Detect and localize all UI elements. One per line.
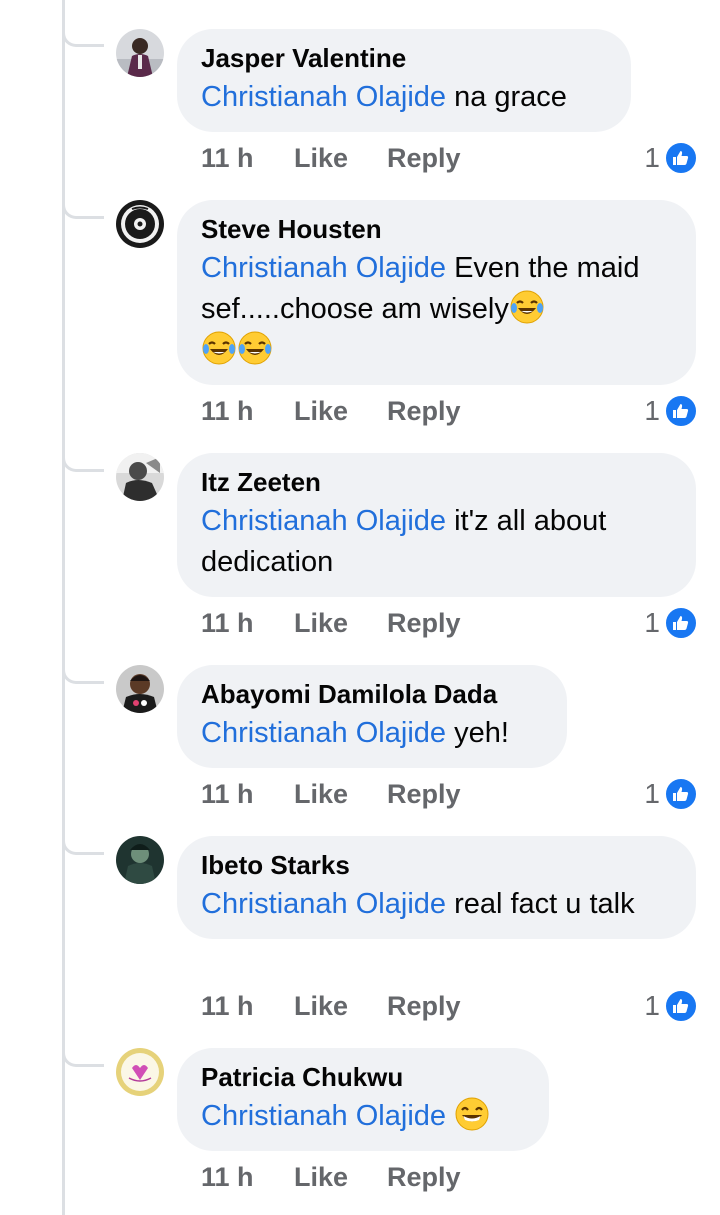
avatar[interactable]: [116, 1048, 164, 1096]
comment-author[interactable]: Patricia Chukwu: [201, 1061, 523, 1093]
comment-bubble[interactable]: Itz Zeeten Christianah Olajide it'z all …: [177, 453, 696, 597]
reply-button[interactable]: Reply: [387, 774, 461, 814]
reply-connector: [62, 27, 104, 47]
avatar[interactable]: [116, 665, 164, 713]
comment-text: Christianah Olajide yeh!: [201, 713, 541, 754]
timestamp[interactable]: 11 h: [201, 603, 254, 643]
thread-line: [62, 0, 65, 1215]
avatar[interactable]: [116, 29, 164, 77]
mention-link[interactable]: Christianah Olajide: [201, 505, 446, 537]
comment-author[interactable]: Itz Zeeten: [201, 466, 670, 498]
like-button[interactable]: Like: [294, 603, 348, 643]
reply-connector: [62, 452, 104, 472]
mention-link[interactable]: Christianah Olajide: [201, 81, 446, 113]
comment-bubble[interactable]: Ibeto Starks Christianah Olajide real fa…: [177, 836, 696, 939]
timestamp[interactable]: 11 h: [201, 391, 254, 431]
comment-bubble[interactable]: Jasper Valentine Christianah Olajide na …: [177, 29, 631, 132]
timestamp[interactable]: 11 h: [201, 774, 254, 814]
reply-button[interactable]: Reply: [387, 986, 461, 1026]
comment-body: [446, 1100, 454, 1132]
grinning-face-with-smiling-eyes-icon: [454, 1096, 490, 1132]
reaction-count: 1: [644, 778, 660, 809]
mention-link[interactable]: Christianah Olajide: [201, 252, 446, 284]
comment-text: Christianah Olajide na grace: [201, 77, 605, 118]
like-button[interactable]: Like: [294, 986, 348, 1026]
comment-bubble[interactable]: Abayomi Damilola Dada Christianah Olajid…: [177, 665, 567, 768]
comment-author[interactable]: Jasper Valentine: [201, 42, 605, 74]
reaction-summary[interactable]: 1: [644, 986, 698, 1026]
reaction-count: 1: [644, 395, 660, 426]
comment-bubble[interactable]: Patricia Chukwu Christianah Olajide: [177, 1048, 549, 1151]
thumbs-up-icon: [664, 777, 698, 811]
reaction-summary[interactable]: 1: [644, 391, 698, 431]
reply-button[interactable]: Reply: [387, 391, 461, 431]
timestamp[interactable]: 11 h: [201, 986, 254, 1026]
comment-bubble[interactable]: Steve Housten Christianah Olajide Even t…: [177, 200, 696, 385]
reaction-summary[interactable]: 1: [644, 603, 698, 643]
face-with-tears-of-joy-icon: [509, 289, 545, 325]
timestamp[interactable]: 11 h: [201, 138, 254, 178]
comment-text: Christianah Olajide real fact u talk: [201, 884, 670, 925]
like-button[interactable]: Like: [294, 138, 348, 178]
comment-text: Christianah Olajide: [201, 1096, 523, 1137]
comment-author[interactable]: Abayomi Damilola Dada: [201, 678, 541, 710]
thumbs-up-icon: [664, 606, 698, 640]
reply-button[interactable]: Reply: [387, 138, 461, 178]
comment-author[interactable]: Steve Housten: [201, 213, 670, 245]
face-with-tears-of-joy-icon: [237, 330, 273, 366]
comment-author[interactable]: Ibeto Starks: [201, 849, 670, 881]
reply-connector: [62, 1047, 104, 1067]
thumbs-up-icon: [664, 141, 698, 175]
comment-body: na grace: [446, 81, 567, 113]
comment-text: Christianah Olajide it'z all about dedic…: [201, 501, 670, 583]
like-button[interactable]: Like: [294, 1157, 348, 1197]
comment-body: real fact u talk: [446, 888, 635, 920]
reaction-summary[interactable]: 1: [644, 774, 698, 814]
reply-button[interactable]: Reply: [387, 603, 461, 643]
like-button[interactable]: Like: [294, 391, 348, 431]
reply-connector: [62, 199, 104, 219]
reaction-summary[interactable]: 1: [644, 138, 698, 178]
comment-body: yeh!: [446, 717, 509, 749]
mention-link[interactable]: Christianah Olajide: [201, 717, 446, 749]
reaction-count: 1: [644, 607, 660, 638]
reaction-count: 1: [644, 990, 660, 1021]
avatar[interactable]: [116, 453, 164, 501]
thumbs-up-icon: [664, 394, 698, 428]
reply-button[interactable]: Reply: [387, 1157, 461, 1197]
face-with-tears-of-joy-icon: [201, 330, 237, 366]
timestamp[interactable]: 11 h: [201, 1157, 254, 1197]
mention-link[interactable]: Christianah Olajide: [201, 888, 446, 920]
avatar[interactable]: [116, 836, 164, 884]
thumbs-up-icon: [664, 989, 698, 1023]
mention-link[interactable]: Christianah Olajide: [201, 1100, 446, 1132]
reply-connector: [62, 664, 104, 684]
comment-text: Christianah Olajide Even the maid sef...…: [201, 248, 670, 371]
avatar[interactable]: [116, 200, 164, 248]
reaction-count: 1: [644, 142, 660, 173]
reply-connector: [62, 835, 104, 855]
like-button[interactable]: Like: [294, 774, 348, 814]
